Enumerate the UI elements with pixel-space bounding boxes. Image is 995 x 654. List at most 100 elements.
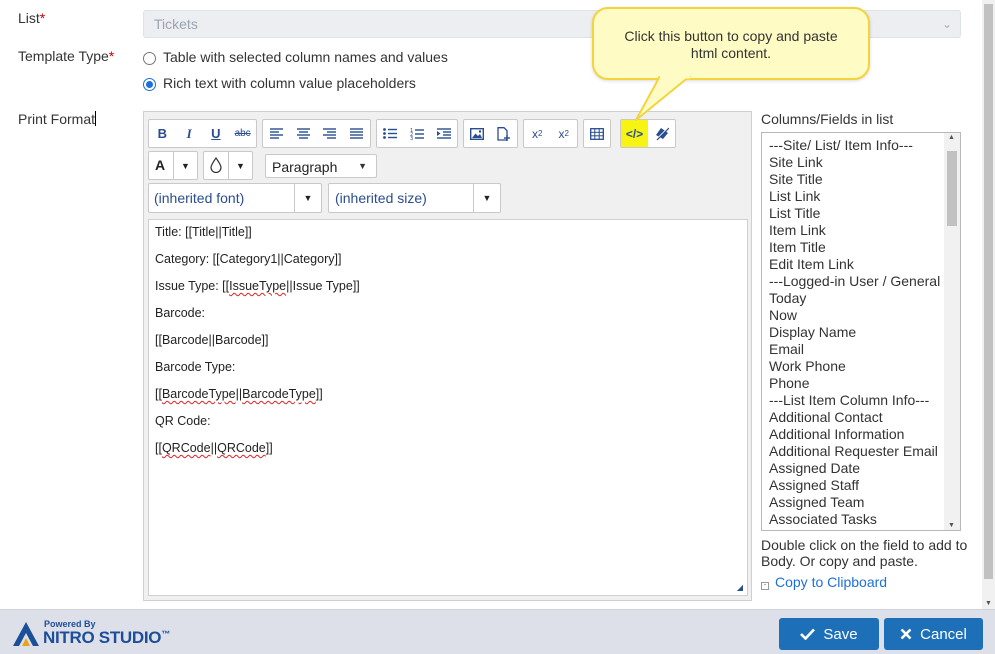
- expand-icon: -: [761, 582, 769, 590]
- editor-line: Category: [[Category1||Category]]: [155, 252, 342, 266]
- column-field-item[interactable]: List Title: [769, 205, 960, 222]
- editor-content[interactable]: Title: [[Title||Title]] Category: [[Cate…: [148, 219, 748, 596]
- image-icon[interactable]: [464, 120, 491, 147]
- list-label: List*: [18, 10, 46, 26]
- table-icon[interactable]: [584, 120, 610, 147]
- column-field-item[interactable]: Site Title: [769, 171, 960, 188]
- strikethrough-icon[interactable]: abc: [229, 120, 256, 147]
- callout-pointer: [635, 76, 691, 121]
- column-field-item[interactable]: Assigned Staff: [769, 477, 960, 494]
- column-field-item[interactable]: Phone: [769, 375, 960, 392]
- checkmark-icon: [800, 628, 816, 640]
- column-field-item[interactable]: Associated Tasks: [769, 511, 960, 528]
- columns-hint: Double click on the field to add to Body…: [761, 537, 968, 569]
- editor-line: [[BarcodeType||BarcodeType]]: [155, 387, 323, 401]
- bullet-list-icon[interactable]: [377, 120, 404, 147]
- nitro-studio-logo: Powered By NITRO STUDIO™: [12, 619, 172, 649]
- triangle-down-icon: ▼: [173, 152, 197, 179]
- page-scrollbar-thumb[interactable]: [984, 4, 993, 579]
- editor-line: [[QRCode||QRCode]]: [155, 441, 273, 455]
- column-field-item[interactable]: Display Name: [769, 324, 960, 341]
- font-family-value: (inherited font): [154, 190, 245, 206]
- font-size-value: (inherited size): [335, 190, 427, 206]
- background-color-dropdown[interactable]: ▼: [203, 151, 253, 180]
- required-mark: *: [39, 10, 46, 26]
- subscript-icon[interactable]: x2: [524, 120, 551, 147]
- radio-rich-text-template-label[interactable]: Rich text with column value placeholders: [163, 75, 416, 91]
- paragraph-format-dropdown[interactable]: Paragraph ▼: [265, 154, 377, 178]
- columns-title: Columns/Fields in list: [761, 111, 894, 127]
- column-field-item[interactable]: List Link: [769, 188, 960, 205]
- column-field-item[interactable]: Email: [769, 341, 960, 358]
- font-color-dropdown[interactable]: A ▼: [148, 151, 198, 180]
- column-field-item[interactable]: Item Link: [769, 222, 960, 239]
- scroll-down-icon[interactable]: ▼: [985, 600, 992, 607]
- column-field-item[interactable]: Item Title: [769, 239, 960, 256]
- brand-name: NITRO STUDIO™: [43, 628, 170, 647]
- scrollbar-thumb[interactable]: [947, 151, 957, 226]
- numbered-list-icon[interactable]: 123: [404, 120, 431, 147]
- column-field-item[interactable]: Assigned Date: [769, 460, 960, 477]
- font-family-select[interactable]: (inherited font) ▼: [148, 183, 322, 213]
- underline-icon[interactable]: U: [203, 120, 230, 147]
- required-mark: *: [108, 48, 115, 64]
- column-field-item[interactable]: ---Site/ List/ Item Info---: [769, 137, 960, 154]
- column-field-item[interactable]: Additional Information: [769, 426, 960, 443]
- align-right-icon[interactable]: [317, 120, 344, 147]
- column-field-item[interactable]: ---List Item Column Info---: [769, 392, 960, 409]
- radio-table-template-label[interactable]: Table with selected column names and val…: [163, 49, 448, 65]
- save-button[interactable]: Save: [779, 618, 879, 650]
- scroll-down-icon[interactable]: ▼: [948, 522, 955, 529]
- paragraph-format-value: Paragraph: [272, 159, 338, 175]
- font-size-select[interactable]: (inherited size) ▼: [328, 183, 501, 213]
- superscript-icon[interactable]: x2: [551, 120, 578, 147]
- drop-icon: [210, 156, 222, 176]
- table-toolbar-group: [583, 119, 611, 148]
- cancel-button[interactable]: Cancel: [884, 618, 983, 650]
- script-toolbar-group: x2 x2: [523, 119, 578, 148]
- svg-text:3: 3: [410, 136, 413, 140]
- column-field-item[interactable]: Edit Item Link: [769, 256, 960, 273]
- editor-line: [[Barcode||Barcode]]: [155, 333, 269, 347]
- column-field-item[interactable]: Now: [769, 307, 960, 324]
- editor-line: Barcode:: [155, 306, 206, 320]
- text-cursor: [95, 111, 97, 126]
- scroll-up-icon[interactable]: ▲: [948, 134, 955, 141]
- align-center-icon[interactable]: [290, 120, 317, 147]
- column-field-item[interactable]: Work Phone: [769, 358, 960, 375]
- column-field-item[interactable]: Assigned Team: [769, 494, 960, 511]
- resize-handle-icon[interactable]: ◢: [737, 583, 743, 592]
- column-field-item[interactable]: Additional Contact: [769, 409, 960, 426]
- radio-rich-text-template[interactable]: [143, 78, 156, 91]
- insert-toolbar-group: [463, 119, 518, 148]
- columns-scrollbar[interactable]: ▲ ▼: [944, 133, 960, 530]
- close-icon: [900, 628, 912, 640]
- column-field-item[interactable]: Today: [769, 290, 960, 307]
- page-scrollbar[interactable]: ▼: [982, 0, 995, 609]
- font-color-label: A: [155, 157, 166, 173]
- list-toolbar-group: 123: [376, 119, 458, 148]
- copy-to-clipboard-link[interactable]: - Copy to Clipboard: [761, 574, 887, 590]
- radio-table-template[interactable]: [143, 52, 156, 65]
- italic-icon[interactable]: I: [176, 120, 203, 147]
- indent-icon[interactable]: [430, 120, 457, 147]
- insert-file-icon[interactable]: [491, 120, 518, 147]
- justify-icon[interactable]: [343, 120, 370, 147]
- column-field-item[interactable]: Additional Requester Email: [769, 443, 960, 460]
- triangle-down-icon: ▼: [358, 161, 367, 171]
- columns-list-items: ---Site/ List/ Item Info--- Site Link Site…: [762, 133, 960, 530]
- format-toolbar-group: B I U abc: [148, 119, 257, 148]
- columns-list[interactable]: ---Site/ List/ Item Info--- Site Link Site…: [761, 132, 961, 531]
- nitro-logo-icon: [13, 622, 39, 646]
- triangle-down-icon: ▼: [473, 184, 500, 212]
- bold-icon[interactable]: B: [149, 120, 176, 147]
- editor-line: Issue Type: [[IssueType||Issue Type]]: [155, 279, 360, 293]
- column-field-item[interactable]: Associated Tasks: [769, 528, 960, 530]
- template-type-label: Template Type*: [18, 48, 115, 64]
- editor-line: Title: [[Title||Title]]: [155, 225, 252, 239]
- print-format-label: Print Format: [18, 111, 97, 127]
- column-field-item[interactable]: Site Link: [769, 154, 960, 171]
- column-field-item[interactable]: ---Logged-in User / General: [769, 273, 960, 290]
- align-left-icon[interactable]: [263, 120, 290, 147]
- chevron-down-icon: ⌄: [941, 17, 952, 31]
